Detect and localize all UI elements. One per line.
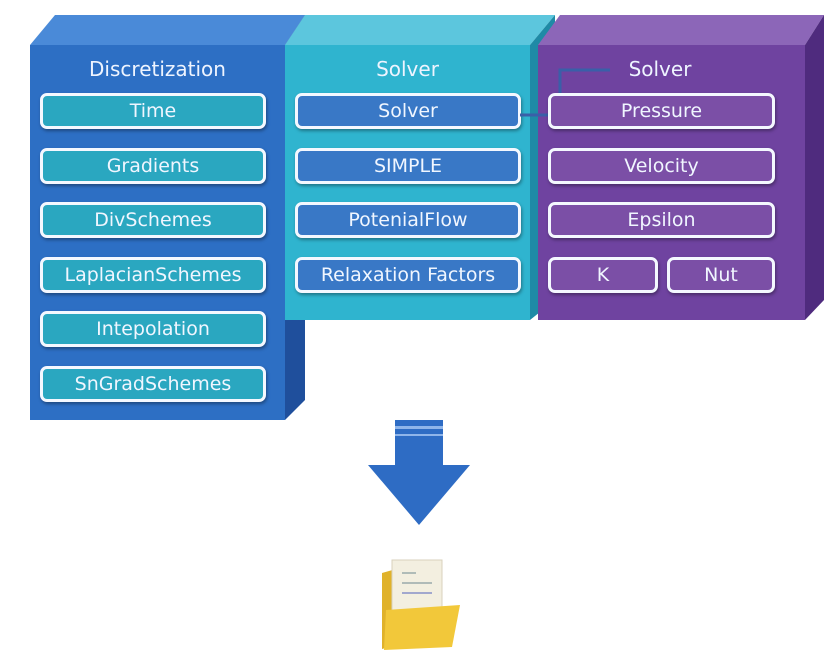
item-pressure[interactable]: Pressure <box>548 93 775 129</box>
solver-settings-title: Solver <box>628 57 692 81</box>
item-velocity[interactable]: Velocity <box>548 148 775 184</box>
item-epsilon[interactable]: Epsilon <box>548 202 775 238</box>
folder-document-icon <box>382 559 460 650</box>
item-k[interactable]: K <box>548 257 658 293</box>
item-nut[interactable]: Nut <box>667 257 775 293</box>
arrow-down-icon <box>368 420 470 525</box>
